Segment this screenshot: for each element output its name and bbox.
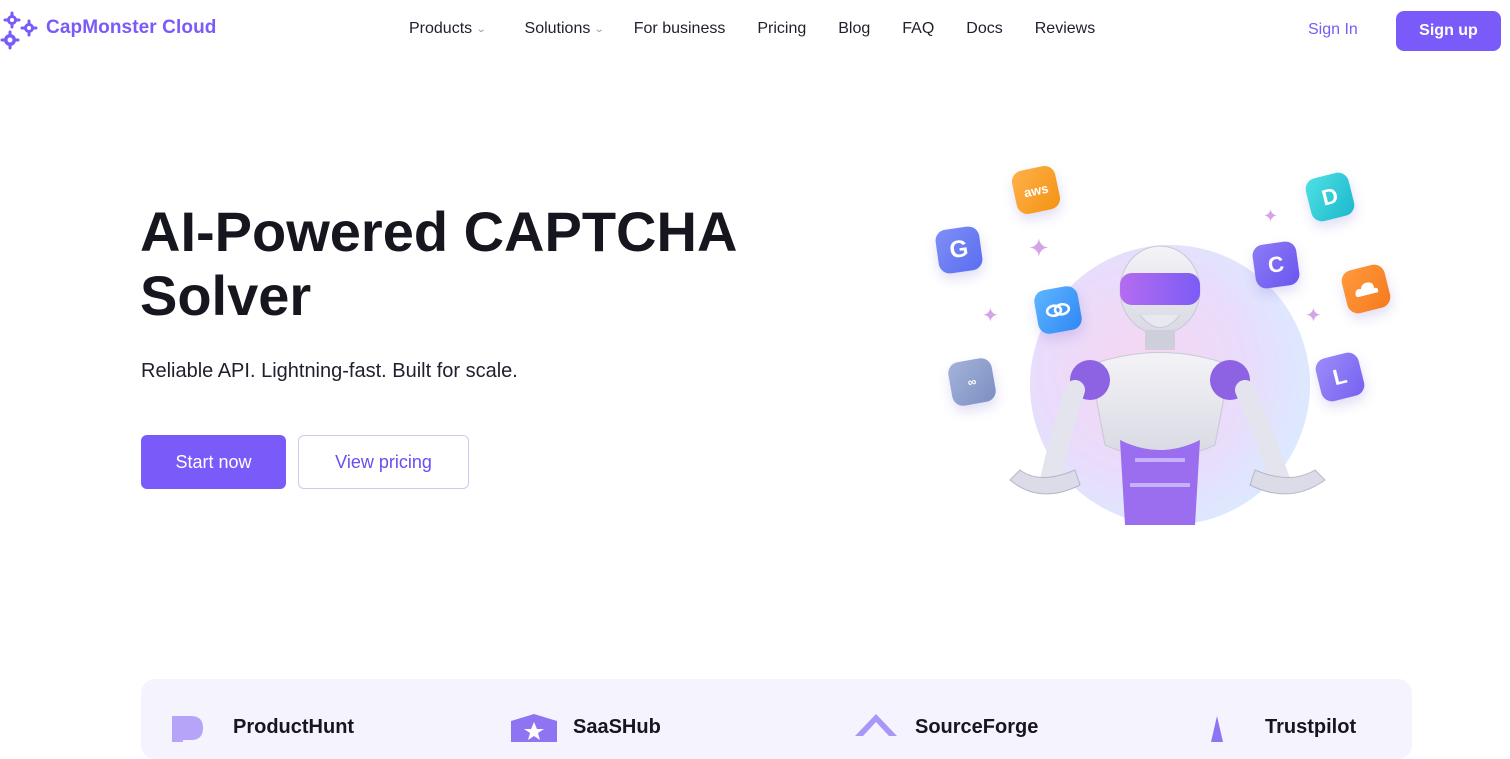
review-name: Trustpilot	[1265, 715, 1357, 738]
site-header: CapMonster Cloud Products ⌄ Solutions ⌄ …	[0, 0, 1510, 62]
nav-item-label: Docs	[966, 20, 1003, 37]
sourceforge-icon	[851, 712, 901, 742]
l-logo-icon: L	[1313, 350, 1367, 404]
review-item-producthunt[interactable]: ProductHunt	[169, 712, 355, 752]
l-logo-text: L	[1330, 362, 1350, 391]
reviews-strip: ProductHunt SaaSHub SourceForge Trustpil…	[141, 679, 1412, 759]
aws-icon-text: aws	[1022, 180, 1050, 200]
sparkle-icon: ✦	[1263, 206, 1279, 226]
nav-item-solutions[interactable]: Solutions ⌄	[524, 20, 606, 38]
nav-item-docs[interactable]: Docs	[966, 20, 1002, 38]
aws-icon: aws	[1009, 163, 1063, 217]
nav-item-label: FAQ	[902, 20, 935, 37]
gears-icon	[0, 10, 40, 50]
nav-item-for-business[interactable]: For business	[634, 20, 726, 38]
d-logo-icon: D	[1303, 170, 1357, 224]
captcha-c-text: C	[1266, 251, 1286, 278]
captcha-c-icon: C	[1251, 240, 1301, 290]
hero-subtitle: Reliable API. Lightning-fast. Built for …	[141, 360, 518, 382]
robot-illustration	[1009, 245, 1326, 525]
binance-icon	[1032, 284, 1084, 336]
start-now-button[interactable]: Start now	[141, 435, 286, 489]
review-name: ProductHunt	[233, 715, 355, 738]
review-name: SourceForge	[915, 715, 1039, 738]
nav-item-label: For business	[633, 20, 726, 37]
geetest-icon: ∞	[946, 356, 998, 408]
review-name: SaaSHub	[573, 715, 661, 738]
sign-up-button[interactable]: Sign up	[1396, 11, 1501, 51]
nav-item-reviews[interactable]: Reviews	[1035, 20, 1095, 38]
nav-item-faq[interactable]: FAQ	[902, 20, 934, 38]
review-item-saashub[interactable]: SaaSHub	[509, 712, 661, 742]
hero-title: AI-Powered CAPTCHA Solver	[140, 200, 736, 327]
nav-item-label: Products	[409, 20, 473, 37]
review-item-trustpilot[interactable]: Trustpilot	[1201, 712, 1356, 742]
nav-item-label: Reviews	[1034, 20, 1096, 37]
view-pricing-button[interactable]: View pricing	[298, 435, 469, 489]
geetest-glyph: ∞	[966, 374, 978, 390]
sparkle-icon: ✦	[1028, 233, 1050, 263]
main-nav: Products ⌄ Solutions ⌄ For business Pric…	[409, 20, 1095, 38]
nav-item-products[interactable]: Products ⌄	[409, 20, 487, 38]
nav-item-label: Solutions	[524, 20, 591, 37]
nav-item-pricing[interactable]: Pricing	[757, 20, 806, 38]
chevron-down-icon: ⌄	[594, 24, 606, 35]
producthunt-icon	[169, 712, 219, 752]
trustpilot-icon	[1201, 712, 1251, 742]
google-g-icon: G	[934, 225, 984, 275]
sparkle-icon: ✦	[982, 305, 999, 327]
sparkle-icon: ✦	[1305, 305, 1322, 327]
review-item-sourceforge[interactable]: SourceForge	[851, 712, 1038, 742]
brand-name: CapMonster Cloud	[46, 17, 217, 38]
sign-in-link[interactable]: Sign In	[1308, 21, 1358, 39]
google-g-text: G	[947, 234, 971, 265]
chevron-down-icon: ⌄	[475, 24, 487, 35]
hero-illustration: aws G ∞ C D L ✦ ✦ ✦ ✦	[920, 150, 1420, 550]
nav-item-label: Pricing	[757, 20, 807, 37]
nav-item-blog[interactable]: Blog	[838, 20, 870, 38]
nav-item-label: Blog	[838, 20, 871, 37]
brand-logo[interactable]: CapMonster Cloud	[0, 10, 217, 50]
saashub-icon	[509, 712, 559, 742]
cloudflare-icon	[1339, 262, 1393, 316]
d-logo-text: D	[1319, 182, 1341, 211]
